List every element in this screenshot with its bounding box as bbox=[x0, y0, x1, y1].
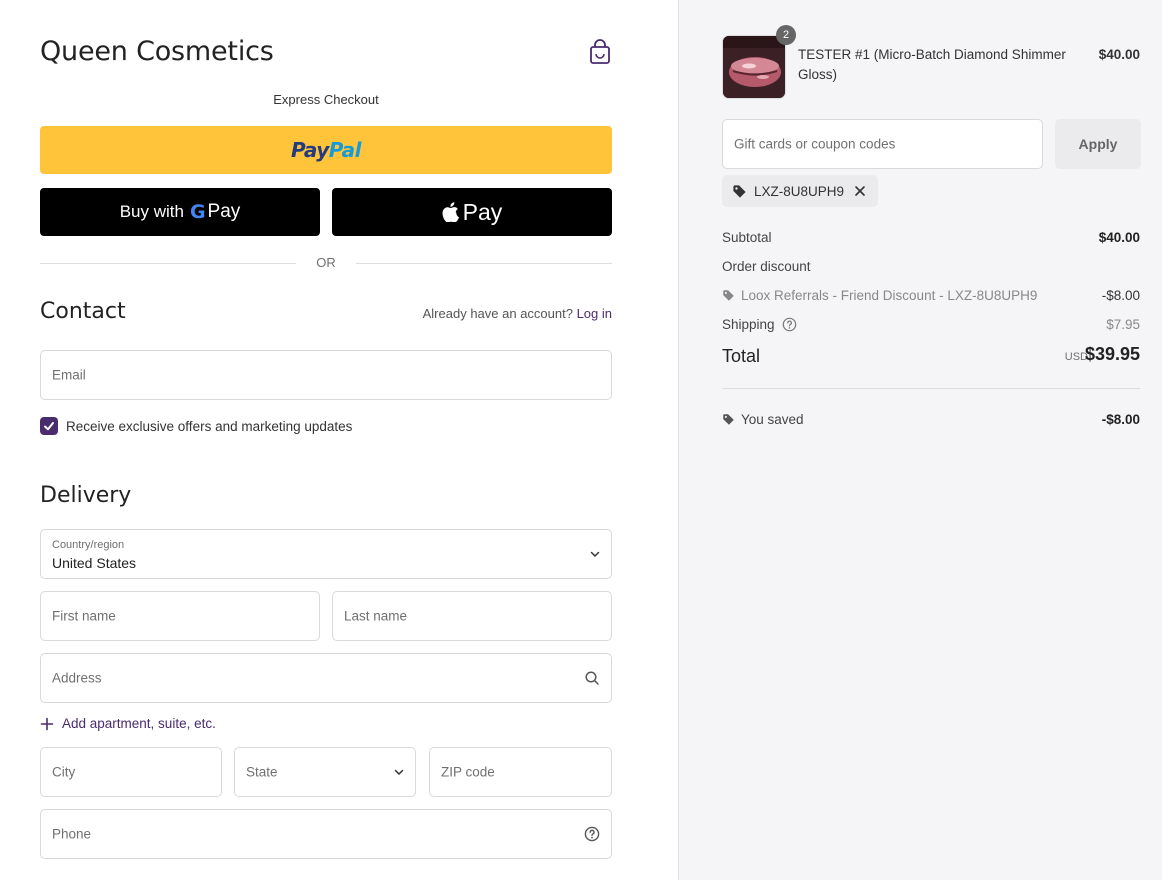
zip-field[interactable]: ZIP code bbox=[429, 747, 612, 797]
savings-label: You saved bbox=[741, 412, 804, 427]
discount-detail: Loox Referrals - Friend Discount - LXZ-8… bbox=[741, 288, 1038, 303]
order-discount-row: Order discount bbox=[722, 259, 1140, 277]
applied-discount-chip: LXZ-8U8UPH9 bbox=[722, 175, 879, 207]
checkout-form-column: Queen Cosmetics Express Checkout PayPal … bbox=[0, 0, 678, 880]
discount-detail-row: Loox Referrals - Friend Discount - LXZ-8… bbox=[722, 288, 1140, 306]
tag-icon bbox=[723, 290, 734, 301]
state-select[interactable]: State bbox=[234, 747, 416, 797]
country-select[interactable]: Country/region United States bbox=[40, 529, 612, 579]
chevron-down-icon bbox=[394, 769, 404, 776]
savings-value: -$8.00 bbox=[1101, 412, 1140, 427]
email-field[interactable]: Email bbox=[40, 350, 612, 400]
google-pay-button[interactable]: Buy with G Pay bbox=[40, 188, 320, 236]
google-pay-prefix: Buy with bbox=[119, 202, 184, 221]
product-price: $40.00 bbox=[1098, 47, 1140, 62]
state-placeholder: State bbox=[246, 764, 278, 780]
address-field[interactable]: Address bbox=[40, 653, 612, 703]
apple-pay-button[interactable]: Pay bbox=[332, 188, 612, 236]
phone-field[interactable]: Phone bbox=[40, 809, 612, 859]
contact-heading: Contact bbox=[40, 299, 126, 324]
google-pay-word: Pay bbox=[207, 201, 241, 222]
apple-pay-word: Pay bbox=[462, 198, 503, 225]
apply-button[interactable]: Apply bbox=[1055, 119, 1141, 169]
address-placeholder: Address bbox=[52, 670, 102, 686]
order-discount-label: Order discount bbox=[722, 259, 811, 274]
subtotal-row: Subtotal $40.00 bbox=[722, 230, 1140, 248]
close-icon[interactable] bbox=[854, 185, 866, 197]
or-divider: OR bbox=[40, 255, 612, 271]
account-prompt: Already have an account? Log in bbox=[422, 306, 612, 321]
shipping-row: Shipping $7.95 bbox=[722, 317, 1140, 335]
first-name-placeholder: First name bbox=[52, 608, 116, 624]
subtotal-label: Subtotal bbox=[722, 230, 772, 245]
coupon-placeholder: Gift cards or coupon codes bbox=[734, 136, 896, 152]
discount-value: -$8.00 bbox=[1101, 288, 1140, 303]
paypal-button[interactable]: PayPal bbox=[40, 126, 612, 174]
help-icon[interactable] bbox=[584, 826, 600, 842]
plus-icon bbox=[40, 717, 54, 730]
login-link[interactable]: Log in bbox=[577, 306, 612, 321]
help-icon[interactable] bbox=[782, 317, 797, 332]
delivery-heading: Delivery bbox=[40, 483, 132, 508]
summary-divider bbox=[722, 388, 1140, 389]
tag-icon bbox=[723, 414, 734, 425]
search-icon bbox=[585, 671, 599, 685]
add-apartment-label: Add apartment, suite, etc. bbox=[62, 716, 216, 731]
coupon-input[interactable]: Gift cards or coupon codes bbox=[722, 119, 1043, 169]
last-name-placeholder: Last name bbox=[344, 608, 408, 624]
city-field[interactable]: City bbox=[40, 747, 222, 797]
total-row: Total USD $39.95 bbox=[722, 344, 1140, 370]
google-g-icon: G bbox=[189, 201, 206, 223]
zip-placeholder: ZIP code bbox=[441, 764, 495, 780]
quantity-badge: 2 bbox=[776, 25, 796, 45]
shopping-bag-icon[interactable] bbox=[588, 39, 612, 65]
add-apartment-link[interactable]: Add apartment, suite, etc. bbox=[40, 716, 216, 731]
shipping-value: $7.95 bbox=[1106, 317, 1140, 332]
checkmark-icon bbox=[44, 422, 54, 431]
subtotal-value: $40.00 bbox=[1098, 230, 1140, 245]
marketing-checkbox[interactable] bbox=[40, 417, 58, 435]
first-name-field[interactable]: First name bbox=[40, 591, 320, 641]
country-value: United States bbox=[52, 555, 137, 571]
express-checkout-label: Express Checkout bbox=[273, 92, 379, 107]
paypal-logo: PayPal bbox=[290, 138, 362, 162]
product-thumbnail bbox=[722, 35, 786, 99]
total-value: $39.95 bbox=[1084, 344, 1140, 364]
email-placeholder: Email bbox=[52, 367, 86, 383]
last-name-field[interactable]: Last name bbox=[332, 591, 612, 641]
product-name: TESTER #1 (Micro-Batch Diamond Shimmer G… bbox=[798, 47, 1066, 82]
order-summary-column: 2 TESTER #1 (Micro-Batch Diamond Shimmer… bbox=[678, 0, 1162, 880]
apple-logo-icon bbox=[442, 202, 459, 222]
divider-line bbox=[356, 263, 612, 264]
store-title: Queen Cosmetics bbox=[40, 36, 274, 67]
country-label: Country/region bbox=[52, 539, 125, 551]
savings-row: You saved -$8.00 bbox=[722, 412, 1140, 430]
chevron-down-icon bbox=[590, 551, 600, 558]
tag-icon bbox=[733, 184, 746, 198]
total-label: Total bbox=[722, 346, 761, 366]
city-placeholder: City bbox=[52, 764, 76, 780]
marketing-checkbox-label: Receive exclusive offers and marketing u… bbox=[66, 418, 353, 434]
phone-placeholder: Phone bbox=[52, 826, 92, 842]
applied-discount-code: LXZ-8U8UPH9 bbox=[754, 183, 845, 199]
marketing-optin[interactable]: Receive exclusive offers and marketing u… bbox=[40, 417, 352, 435]
shipping-label: Shipping bbox=[722, 317, 775, 332]
